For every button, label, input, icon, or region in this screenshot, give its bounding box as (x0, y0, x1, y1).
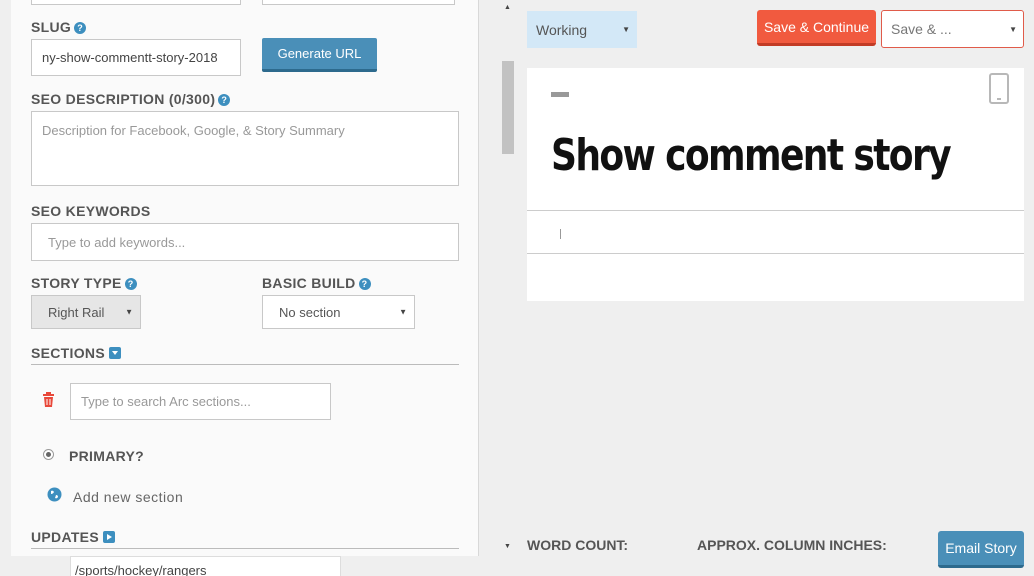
save-options-value: Save & ... (891, 21, 952, 37)
seo-description-placeholder: Description for Facebook, Google, & Stor… (42, 123, 345, 138)
section-search-placeholder: Type to search Arc sections... (81, 394, 251, 409)
top-left-input[interactable] (31, 0, 241, 5)
headline-divider (527, 210, 1024, 211)
mobile-preview-icon[interactable] (989, 73, 1009, 104)
seo-description-help-icon[interactable]: ? (218, 94, 231, 106)
sections-label: SECTIONS (31, 345, 121, 361)
seo-description-textarea[interactable]: Description for Facebook, Google, & Stor… (31, 111, 459, 186)
workflow-status-caret-icon: ▼ (622, 25, 630, 34)
trash-icon[interactable] (42, 392, 55, 412)
basic-build-select[interactable]: No section ▼ (262, 295, 415, 329)
story-editor[interactable]: Show comment story (527, 68, 1024, 301)
top-right-input[interactable] (262, 0, 455, 5)
basic-build-caret-icon: ▼ (399, 307, 407, 317)
sections-collapse-icon[interactable] (108, 347, 121, 359)
sections-label-text: SECTIONS (31, 345, 105, 361)
email-story-button[interactable]: Email Story (938, 531, 1024, 568)
seo-keywords-label: SEO KEYWORDS (31, 203, 151, 219)
slug-label-text: SLUG (31, 19, 72, 35)
updates-divider (31, 548, 459, 549)
save-continue-button[interactable]: Save & Continue (757, 10, 876, 46)
updates-label-text: UPDATES (31, 529, 99, 545)
basic-build-value: No section (279, 304, 341, 320)
drag-handle-icon[interactable] (551, 92, 569, 97)
story-headline[interactable]: Show comment story (551, 130, 952, 181)
basic-build-label: BASIC BUILD? (262, 275, 371, 291)
basic-build-label-text: BASIC BUILD (262, 275, 356, 291)
scrollbar-thumb[interactable] (502, 61, 514, 154)
sections-divider (31, 364, 459, 365)
save-options-select[interactable]: Save & ... ▼ (881, 10, 1024, 48)
story-type-caret-icon: ▼ (125, 307, 133, 317)
slug-input[interactable]: ny-show-commentt-story-2018 (31, 39, 241, 76)
add-new-section-link[interactable]: Add new section (73, 489, 183, 505)
column-inches-label: APPROX. COLUMN INCHES: (697, 537, 887, 553)
word-count-label: WORD COUNT: (527, 537, 629, 553)
save-continue-label: Save & Continue (763, 18, 870, 35)
primary-label: PRIMARY? (69, 448, 144, 464)
scroll-down-arrow-icon[interactable]: ▼ (504, 543, 511, 550)
story-settings-panel: SLUG? ny-show-commentt-story-2018 Genera… (11, 0, 479, 556)
seo-keywords-input[interactable]: Type to add keywords... (31, 223, 459, 261)
primary-radio-dot (46, 452, 51, 457)
updates-expand-icon[interactable] (102, 531, 115, 543)
email-story-label: Email Story (945, 540, 1017, 556)
section-autocomplete-option[interactable]: /sports/hockey/rangers (70, 556, 341, 576)
slug-value: ny-show-commentt-story-2018 (42, 50, 218, 65)
section-search-input[interactable]: Type to search Arc sections... (70, 383, 331, 420)
basic-build-help-icon[interactable]: ? (358, 278, 371, 290)
seo-keywords-placeholder: Type to add keywords... (48, 234, 186, 250)
story-type-label-text: STORY TYPE (31, 275, 122, 291)
slug-label: SLUG? (31, 19, 87, 35)
workflow-status-select[interactable]: Working ▼ (527, 11, 637, 48)
updates-label: UPDATES (31, 529, 115, 545)
generate-url-button[interactable]: Generate URL (262, 38, 377, 72)
generate-url-label: Generate URL (277, 46, 362, 61)
story-type-select[interactable]: Right Rail ▼ (31, 295, 141, 329)
text-cursor (560, 229, 561, 239)
primary-radio[interactable] (43, 449, 54, 460)
seo-description-label-text: SEO DESCRIPTION (0/300) (31, 91, 216, 107)
story-type-help-icon[interactable]: ? (124, 278, 137, 290)
story-type-label: STORY TYPE? (31, 275, 137, 291)
body-divider (527, 253, 1024, 254)
story-type-value: Right Rail (48, 304, 105, 320)
scroll-up-arrow-icon[interactable]: ▲ (504, 4, 511, 11)
slug-help-icon[interactable]: ? (74, 22, 87, 34)
workflow-status-value: Working (536, 21, 588, 38)
save-options-caret-icon: ▼ (1009, 25, 1017, 34)
globe-icon[interactable] (47, 487, 62, 507)
seo-description-label: SEO DESCRIPTION (0/300)? (31, 91, 231, 107)
